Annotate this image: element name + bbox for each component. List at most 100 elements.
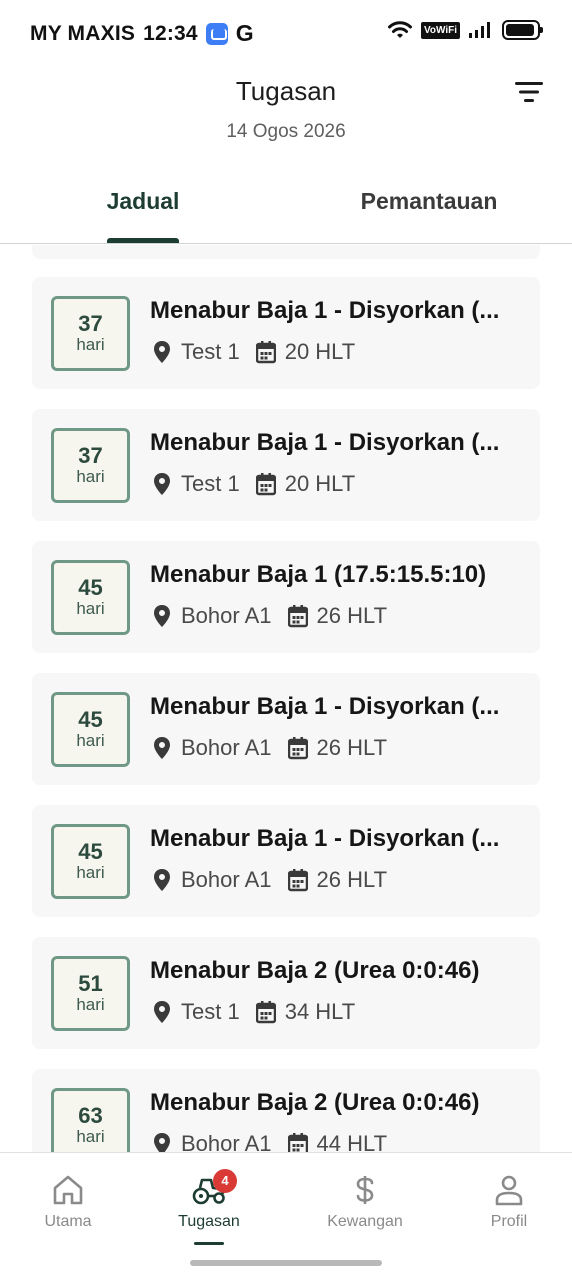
- task-location: Bohor A1: [181, 867, 272, 892]
- active-tab-indicator: [107, 238, 179, 243]
- calendar-icon: [255, 341, 276, 364]
- days-remaining-unit: hari: [76, 731, 105, 750]
- filter-icon[interactable]: [514, 80, 544, 104]
- task-card[interactable]: 37 hari Menabur Baja 1 - Disyorkan (... …: [32, 277, 540, 389]
- nav-item-tugasan[interactable]: 4 Tugasan: [149, 1169, 269, 1231]
- task-title: Menabur Baja 1 - Disyorkan (...: [150, 297, 500, 324]
- nav-item-kewangan[interactable]: Kewangan: [305, 1173, 425, 1231]
- google-icon: G: [235, 20, 254, 46]
- task-location: Test 1: [181, 999, 240, 1024]
- signal-icon: [469, 22, 490, 38]
- person-icon: [495, 1175, 523, 1206]
- task-card[interactable]: 51 hari Menabur Baja 2 (Urea 0:0:46) Tes…: [32, 937, 540, 1049]
- nav-label-profil: Profil: [490, 1213, 528, 1230]
- carrier-label: MY MAXIS: [30, 21, 136, 45]
- tab-bar: Jadual Pemantauan: [0, 168, 572, 244]
- days-remaining-value: 63: [78, 1103, 103, 1128]
- tugasan-count-badge: 4: [213, 1169, 237, 1193]
- location-pin-icon: [154, 605, 170, 627]
- page-date: 14 Ogos 2026: [226, 121, 346, 142]
- status-right: VoWiFi: [387, 20, 543, 40]
- task-meta: Test 1 34 HLT: [152, 999, 355, 1025]
- location-pin-icon: [154, 473, 170, 495]
- nav-item-utama[interactable]: Utama: [8, 1173, 128, 1231]
- task-title: Menabur Baja 2 (Urea 0:0:46): [150, 1089, 480, 1116]
- days-remaining-unit: hari: [76, 1127, 105, 1146]
- location-pin-icon: [154, 737, 170, 759]
- task-card[interactable]: 45 hari Menabur Baja 1 (17.5:15.5:10) Bo…: [32, 541, 540, 653]
- days-remaining-unit: hari: [76, 863, 105, 882]
- calendar-icon: [255, 473, 276, 496]
- status-bar: MY MAXIS 12:34 G VoWiFi: [0, 0, 572, 64]
- location-pin-icon: [154, 869, 170, 891]
- clock: 12:34: [143, 21, 198, 45]
- task-location: Test 1: [181, 471, 240, 496]
- task-hlt: 20 HLT: [284, 339, 356, 364]
- page-title: Tugasan: [235, 76, 337, 106]
- days-remaining-box: 37 hari: [51, 428, 130, 503]
- gesture-handle[interactable]: [190, 1260, 382, 1266]
- battery-icon: [502, 20, 543, 40]
- dollar-icon: [356, 1176, 374, 1204]
- days-remaining-unit: hari: [76, 995, 105, 1014]
- days-remaining-unit: hari: [76, 467, 105, 486]
- task-location: Bohor A1: [181, 735, 272, 760]
- home-icon: [53, 1175, 83, 1205]
- nav-label-utama: Utama: [44, 1213, 92, 1230]
- task-meta: Bohor A1 26 HLT: [152, 603, 387, 629]
- task-card[interactable]: 45 hari Menabur Baja 1 - Disyorkan (... …: [32, 805, 540, 917]
- task-title: Menabur Baja 1 - Disyorkan (...: [150, 825, 500, 852]
- nav-label-tugasan: Tugasan: [178, 1213, 240, 1230]
- vowifi-indicator: VoWiFi: [420, 21, 460, 39]
- task-meta: Bohor A1 44 HLT: [152, 1131, 387, 1152]
- active-nav-indicator: [194, 1242, 224, 1245]
- days-remaining-box: 51 hari: [51, 956, 130, 1031]
- task-card-partial[interactable]: [32, 245, 540, 259]
- calendar-icon: [255, 1001, 276, 1024]
- days-remaining-value: 45: [78, 839, 103, 864]
- location-pin-icon: [154, 341, 170, 363]
- days-remaining-box: 63 hari: [51, 1088, 130, 1152]
- task-hlt: 20 HLT: [284, 471, 356, 496]
- nav-label-kewangan: Kewangan: [327, 1213, 403, 1230]
- days-remaining-box: 45 hari: [51, 692, 130, 767]
- task-location: Bohor A1: [181, 1131, 272, 1152]
- days-remaining-value: 45: [78, 575, 103, 600]
- status-left: MY MAXIS 12:34 G: [30, 20, 254, 47]
- task-title: Menabur Baja 1 - Disyorkan (...: [150, 429, 500, 456]
- days-remaining-value: 37: [78, 443, 103, 468]
- days-remaining-box: 45 hari: [51, 824, 130, 899]
- days-remaining-unit: hari: [76, 335, 105, 354]
- nav-item-profil[interactable]: Profil: [449, 1173, 569, 1231]
- task-meta: Bohor A1 26 HLT: [152, 735, 387, 761]
- task-card[interactable]: 37 hari Menabur Baja 1 - Disyorkan (... …: [32, 409, 540, 521]
- task-meta: Test 1 20 HLT: [152, 471, 355, 497]
- task-card[interactable]: 45 hari Menabur Baja 1 - Disyorkan (... …: [32, 673, 540, 785]
- notification-app-icon: [205, 22, 228, 45]
- task-card[interactable]: 63 hari Menabur Baja 2 (Urea 0:0:46) Boh…: [32, 1069, 540, 1152]
- bottom-nav: Utama 4 Tugasan Kewangan Profil: [0, 1152, 572, 1280]
- location-pin-icon: [154, 1001, 170, 1023]
- days-remaining-box: 45 hari: [51, 560, 130, 635]
- tab-jadual[interactable]: Jadual: [0, 188, 286, 215]
- task-location: Bohor A1: [181, 603, 272, 628]
- calendar-icon: [287, 1133, 308, 1152]
- task-title: Menabur Baja 2 (Urea 0:0:46): [150, 957, 480, 984]
- wifi-icon: [387, 21, 412, 38]
- days-remaining-box: 37 hari: [51, 296, 130, 371]
- days-remaining-unit: hari: [76, 599, 105, 618]
- calendar-icon: [287, 737, 308, 760]
- task-list[interactable]: 37 hari Menabur Baja 1 - Disyorkan (... …: [0, 245, 572, 1152]
- task-title: Menabur Baja 1 (17.5:15.5:10): [150, 561, 487, 588]
- task-hlt: 44 HLT: [316, 1131, 388, 1152]
- task-hlt: 26 HLT: [316, 735, 388, 760]
- days-remaining-value: 51: [78, 971, 103, 996]
- calendar-icon: [287, 605, 308, 628]
- task-hlt: 34 HLT: [284, 999, 356, 1024]
- location-pin-icon: [154, 1133, 170, 1152]
- task-location: Test 1: [181, 339, 240, 364]
- task-hlt: 26 HLT: [316, 867, 388, 892]
- task-title: Menabur Baja 1 - Disyorkan (...: [150, 693, 500, 720]
- task-meta: Bohor A1 26 HLT: [152, 867, 387, 893]
- tab-pemantauan[interactable]: Pemantauan: [286, 188, 572, 215]
